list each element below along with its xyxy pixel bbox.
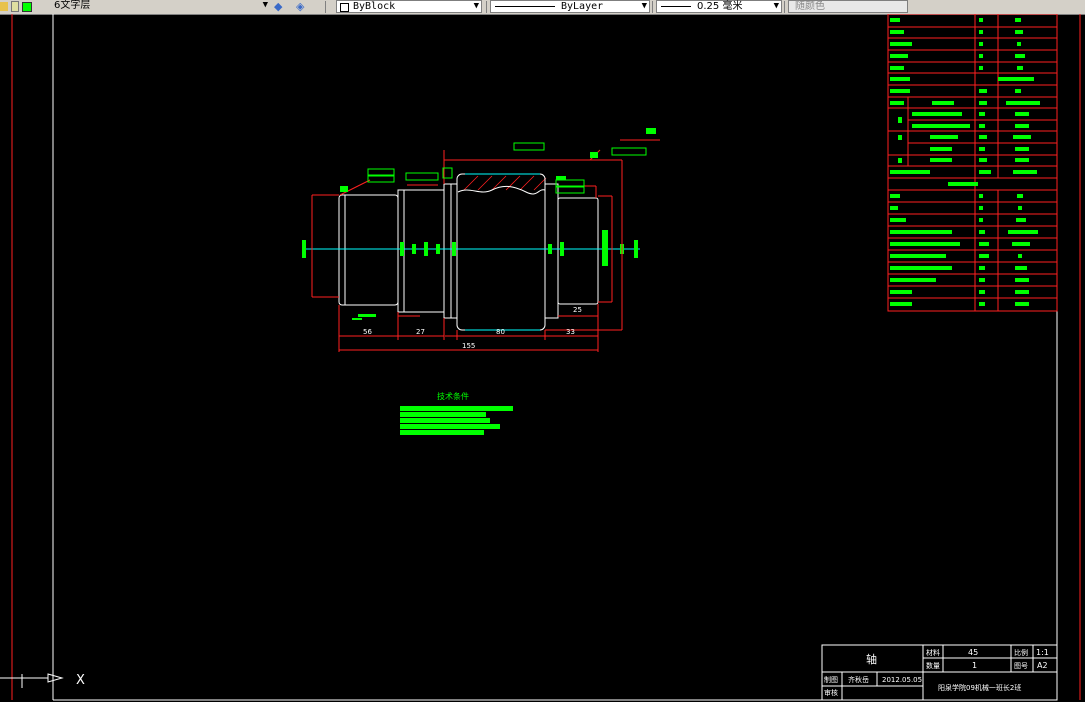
title-block: 轴 材料 45 比例 1:1 数量 1 图号 A2 制图 齐秋岳 2012.05… [821,644,1058,701]
drawing-canvas[interactable]: 56 27 80 25 33 155 技术条件 轴 材料 45 比例 1:1 数… [0,14,1085,702]
toolbar-separator [784,1,785,13]
toolbar-separator [486,1,487,13]
dim-80: 80 [496,328,505,336]
scale-label: 比例 [1014,648,1028,657]
gear-parameter-table [887,14,1058,312]
drawn-label: 制图 [824,675,838,684]
dim-56: 56 [363,328,372,336]
gear-tooth-hatch [463,175,547,191]
roughness-symbols [340,128,656,320]
lineweight-value: 0.25 毫米 [697,1,743,12]
linetype-dropdown[interactable]: ByLayer ▼ [490,0,650,13]
ucs-icon: X [0,673,85,688]
drawing-date: 2012.05.05 [882,676,922,684]
lineweight-preview [661,6,691,7]
layer-manager-icon[interactable]: ◆ [274,0,288,13]
color-swatch [340,3,349,12]
color-dropdown[interactable]: ByBlock ▼ [336,0,482,13]
technical-requirements: 技术条件 [400,391,513,435]
color-value: ByBlock [353,1,396,12]
dim-25: 25 [573,306,582,314]
linetype-value: ByLayer [561,1,604,12]
linetype-preview [495,6,555,7]
layer-dropdown[interactable]: 6文字层 ▼ [44,0,270,13]
toolbar-separator [325,1,326,13]
chevron-down-icon[interactable]: ▼ [642,1,647,12]
chevron-down-icon[interactable]: ▼ [774,1,779,12]
sheet-label: 图号 [1014,662,1028,670]
dim-27: 27 [416,328,425,336]
shaft-main-view: 56 27 80 25 33 155 [302,128,660,352]
tech-req-title: 技术条件 [437,391,469,401]
material-label: 材料 [926,648,940,657]
school-name: 阳泉学院09机械一班长2班 [938,683,1021,692]
material-value: 45 [968,648,978,657]
quantity-value: 1 [972,661,977,670]
dim-33: 33 [566,328,575,336]
layer-name: 6文字层 [54,0,91,11]
plot-style-dropdown[interactable]: 随颜色 [788,0,908,13]
lineweight-dropdown[interactable]: 0.25 毫米 ▼ [656,0,782,13]
ucs-x-label: X [76,673,85,688]
properties-toolbar: 6文字层 ▼ ◆ ◈ ByBlock ▼ ByLayer ▼ 0.25 毫米 ▼… [0,0,1085,15]
drawing-frame [52,14,1058,701]
sheet-border [11,14,1081,700]
toolbar-separator [652,1,653,13]
check-label: 审核 [824,688,838,697]
chevron-down-icon[interactable]: ▼ [474,1,479,12]
chevron-down-icon[interactable]: ▼ [263,0,268,11]
drawn-by: 齐秋岳 [848,675,869,684]
dim-155: 155 [462,342,475,350]
quantity-label: 数量 [926,661,940,670]
sheet-value: A2 [1037,661,1048,670]
plot-style-value: 随颜色 [795,1,825,12]
layer-previous-icon[interactable]: ◈ [296,0,310,13]
part-name: 轴 [866,652,877,666]
scale-value: 1:1 [1036,648,1049,657]
